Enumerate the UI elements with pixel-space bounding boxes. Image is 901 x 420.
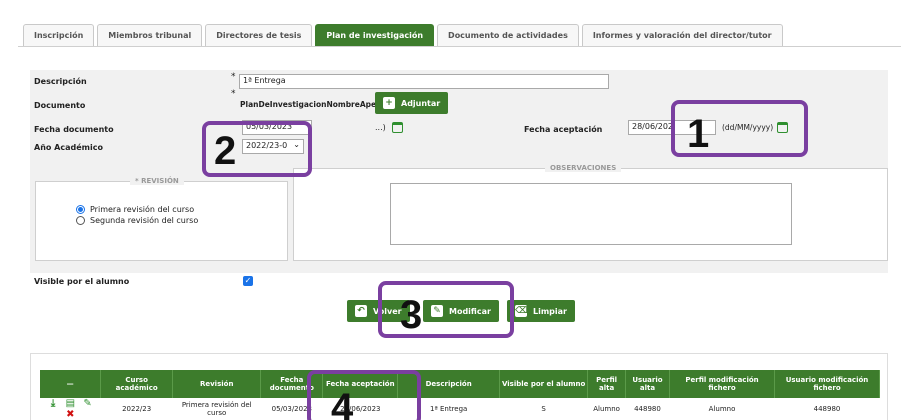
cell-perfil-alta: Alumno — [587, 398, 626, 420]
annotation-box-3: 3 — [378, 281, 514, 338]
eraser-icon: ⌫ — [515, 305, 528, 317]
annotation-box-1: 1 — [671, 100, 808, 157]
annotation-number-2: 2 — [214, 129, 237, 173]
annotation-number-3: 3 — [400, 293, 423, 337]
revision-legend: * REVISIÓN — [130, 177, 184, 185]
cell-usuario-alta: 448980 — [625, 398, 670, 420]
descripcion-row: Descripción * 1ª Entrega — [30, 72, 888, 94]
radio-segunda-label: Segunda revisión del curso — [90, 216, 199, 225]
col-perfil-alta: Perfil alta — [587, 370, 626, 398]
required-mark: * — [231, 72, 236, 82]
results-table: — Curso académico Revisión Fecha documen… — [40, 370, 881, 420]
limpiar-label: Limpiar — [533, 306, 567, 316]
observaciones-textarea[interactable] — [390, 183, 792, 245]
radio-selected-icon — [76, 205, 85, 214]
limpiar-button[interactable]: ⌫ Limpiar — [507, 300, 575, 322]
calendar-icon[interactable] — [392, 122, 403, 133]
col-revision: Revisión — [172, 370, 262, 398]
visible-label: Visible por el alumno — [34, 277, 130, 286]
radio-primera-revision[interactable]: Primera revisión del curso — [76, 205, 194, 214]
adjuntar-label: Adjuntar — [401, 98, 441, 108]
descripcion-input[interactable]: 1ª Entrega — [239, 74, 609, 89]
plus-icon: + — [383, 97, 395, 109]
fecha-documento-format: ...) — [375, 123, 386, 132]
tab-documento-de-actividades[interactable]: Documento de actividades — [437, 24, 579, 46]
download-icon[interactable]: ⤓ — [48, 398, 59, 409]
cell-curso: 2022/23 — [100, 398, 173, 420]
col-curso: Curso académico — [100, 370, 174, 398]
cell-perfil-modificacion: Alumno — [669, 398, 775, 420]
folder-icon[interactable]: ▤ — [65, 398, 76, 409]
annotation-box-4: 4 — [307, 370, 421, 420]
observaciones-legend: OBSERVACIONES — [545, 164, 622, 172]
fecha-documento-label: Fecha documento — [34, 125, 114, 134]
col-perfil-modificacion: Perfil modificación fichero — [669, 370, 775, 398]
tab-miembros-tribunal[interactable]: Miembros tribunal — [97, 24, 203, 46]
tab-divider — [18, 46, 901, 47]
tab-inscripcion[interactable]: Inscripción — [23, 24, 95, 46]
documento-label: Documento — [34, 101, 86, 110]
fecha-aceptacion-label: Fecha aceptación — [524, 125, 603, 134]
radio-primera-label: Primera revisión del curso — [90, 205, 195, 214]
adjuntar-button[interactable]: + Adjuntar — [375, 92, 449, 114]
edit-icon[interactable]: ✎ — [82, 398, 93, 409]
visible-checkbox[interactable]: ✓ — [243, 276, 253, 286]
col-usuario-modificacion: Usuario modificación fichero — [774, 370, 881, 398]
annotation-number-1: 1 — [687, 112, 710, 156]
annotation-number-4: 4 — [331, 386, 354, 420]
required-mark: * — [231, 89, 236, 99]
cell-visible: S — [499, 398, 588, 420]
col-visible: Visible por el alumno — [499, 370, 589, 398]
tab-informes-valoracion[interactable]: Informes y valoración del director/tutor — [581, 24, 783, 46]
row-actions: ⤓ ▤ ✎ ✖ — [40, 398, 101, 420]
back-arrow-icon: ↶ — [355, 305, 367, 317]
tab-plan-de-investigacion[interactable]: Plan de investigación — [315, 24, 435, 46]
annotation-box-2: 2 — [202, 121, 312, 177]
delete-icon[interactable]: ✖ — [65, 409, 76, 420]
table-row: ⤓ ▤ ✎ ✖ 2022/23 Primera revisión del cur… — [40, 398, 880, 420]
tab-bar: Inscripción Miembros tribunal Directores… — [23, 24, 783, 46]
col-actions: — — [40, 370, 102, 398]
col-usuario-alta: Usuario alta — [625, 370, 671, 398]
radio-segunda-revision[interactable]: Segunda revisión del curso — [76, 216, 198, 225]
descripcion-label: Descripción — [34, 77, 87, 86]
cell-revision: Primera revisión del curso — [172, 398, 261, 420]
cell-usuario-modificacion: 448980 — [774, 398, 880, 420]
radio-unselected-icon — [76, 216, 85, 225]
tab-directores-de-tesis[interactable]: Directores de tesis — [205, 24, 313, 46]
anio-label: Año Académico — [34, 143, 103, 152]
table-header-row: — Curso académico Revisión Fecha documen… — [40, 370, 881, 398]
